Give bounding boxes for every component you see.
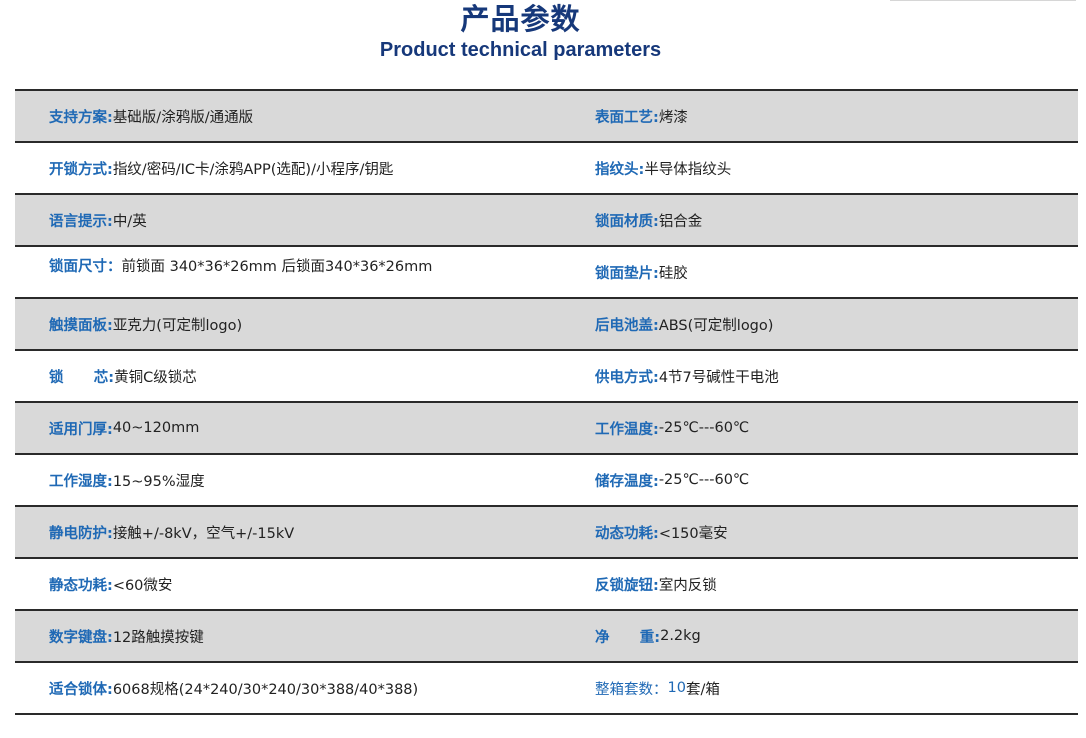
param-cell: 工作温度: -25℃---60℃	[595, 403, 749, 453]
param-value: 烤漆	[658, 109, 688, 126]
param-key: 储存温度:	[595, 473, 659, 490]
param-value: 亚克力(可定制logo)	[112, 317, 243, 334]
table-row: 支持方案: 基础版/涂鸦版/通通版 表面工艺: 烤漆	[15, 91, 1078, 143]
table-row: 语言提示: 中/英 锁面材质: 铝合金	[15, 195, 1078, 247]
param-value: 接触+/-8kV，空气+/-15kV	[112, 525, 295, 542]
table-row: 锁 芯: 黄铜C级锁芯 供电方式: 4节7号碱性干电池	[15, 351, 1078, 403]
param-cell: 指纹头: 半导体指纹头	[595, 143, 731, 193]
param-value: 12路触摸按键	[112, 629, 204, 646]
table-row: 锁面尺寸： 前锁面 340*36*26mm 后锁面340*36*26mm 锁面垫片…	[15, 247, 1078, 299]
param-key: 支持方案:	[49, 109, 113, 126]
param-key: 静电防护:	[49, 525, 113, 542]
param-value: 指纹/密码/IC卡/涂鸦APP(选配)/小程序/钥匙	[112, 161, 394, 178]
param-key: 反锁旋钮:	[595, 577, 659, 594]
param-key: 指纹头:	[595, 161, 645, 178]
param-key: 开锁方式:	[49, 161, 113, 178]
param-key: 动态功耗:	[595, 525, 659, 542]
param-value: <60微安	[112, 577, 173, 594]
param-key: 锁面材质:	[595, 213, 659, 230]
param-value: -25℃---60℃	[658, 420, 750, 436]
table-row: 开锁方式: 指纹/密码/IC卡/涂鸦APP(选配)/小程序/钥匙 指纹头: 半导体指…	[15, 143, 1078, 195]
param-value: 2.2kg	[660, 628, 701, 644]
param-value: 15~95%湿度	[112, 473, 205, 490]
param-cell: 整箱套数： 10 套/箱	[595, 663, 720, 713]
param-cell: 锁面尺寸： 前锁面 340*36*26mm 后锁面340*36*26mm	[49, 247, 432, 297]
param-value: 室内反锁	[658, 577, 717, 594]
param-number: 10	[667, 680, 686, 696]
param-cell: 锁面材质: 铝合金	[595, 195, 702, 245]
param-cell: 适合锁体: 6068规格(24*240/30*240/30*388/40*388)	[49, 663, 418, 713]
param-key: 整箱套数：	[595, 681, 668, 698]
page-title: 产品参数	[460, 2, 581, 36]
param-cell: 工作湿度: 15~95%湿度	[49, 455, 205, 505]
param-cell: 动态功耗: <150毫安	[595, 507, 728, 557]
param-value: 中/英	[112, 213, 147, 230]
param-cell: 支持方案: 基础版/涂鸦版/通通版	[49, 91, 253, 141]
param-cell: 净 重: 2.2kg	[595, 611, 701, 661]
param-cell: 数字键盘: 12路触摸按键	[49, 611, 204, 661]
param-key: 适合锁体:	[49, 681, 113, 698]
param-key: 供电方式:	[595, 369, 659, 386]
param-cell: 锁面垫片: 硅胶	[595, 247, 688, 297]
param-value: <150毫安	[658, 525, 728, 542]
param-cell: 锁 芯: 黄铜C级锁芯	[49, 351, 197, 401]
param-value: 4节7号碱性干电池	[658, 369, 779, 386]
param-value: 硅胶	[658, 265, 688, 282]
table-row: 工作湿度: 15~95%湿度 储存温度: -25℃---60℃	[15, 455, 1078, 507]
param-cell: 反锁旋钮: 室内反锁	[595, 559, 717, 609]
param-key: 锁面尺寸：	[49, 259, 122, 275]
param-cell: 静电防护: 接触+/-8kV，空气+/-15kV	[49, 507, 294, 557]
param-value: 半导体指纹头	[644, 161, 732, 178]
page-subtitle: Product technical parameters	[379, 39, 662, 61]
param-cell: 语言提示: 中/英	[49, 195, 147, 245]
param-value: 铝合金	[658, 213, 703, 230]
param-key: 数字键盘:	[49, 629, 113, 646]
table-row: 触摸面板: 亚克力(可定制logo) 后电池盖: ABS(可定制logo)	[15, 299, 1078, 351]
param-cell: 静态功耗: <60微安	[49, 559, 172, 609]
parameters-table: 支持方案: 基础版/涂鸦版/通通版 表面工艺: 烤漆 开锁方式: 指纹/密码/IC卡/…	[15, 89, 1078, 715]
param-cell: 储存温度: -25℃---60℃	[595, 455, 749, 505]
param-key: 适用门厚:	[49, 421, 113, 438]
param-key: 表面工艺:	[595, 109, 659, 126]
param-value: 前锁面 340*36*26mm 后锁面340*36*26mm	[121, 259, 433, 275]
table-row: 数字键盘: 12路触摸按键 净 重: 2.2kg	[15, 611, 1078, 663]
param-key: 静态功耗:	[49, 577, 113, 594]
table-row: 适用门厚: 40~120mm 工作温度: -25℃---60℃	[15, 403, 1078, 455]
table-row: 静态功耗: <60微安 反锁旋钮: 室内反锁	[15, 559, 1078, 611]
param-cell: 开锁方式: 指纹/密码/IC卡/涂鸦APP(选配)/小程序/钥匙	[49, 143, 393, 193]
param-key: 工作温度:	[595, 421, 659, 438]
param-cell: 触摸面板: 亚克力(可定制logo)	[49, 299, 242, 349]
param-value: 6068规格(24*240/30*240/30*388/40*388)	[112, 681, 419, 698]
param-key: 锁面垫片:	[595, 265, 659, 282]
param-key: 语言提示:	[49, 213, 113, 230]
param-cell: 适用门厚: 40~120mm	[49, 403, 199, 453]
param-key: 工作湿度:	[49, 473, 113, 490]
param-value: 黄铜C级锁芯	[114, 369, 197, 386]
param-key: 净 重:	[595, 629, 661, 646]
param-value: ABS(可定制logo)	[658, 317, 774, 334]
param-cell: 后电池盖: ABS(可定制logo)	[595, 299, 773, 349]
param-key: 锁 芯:	[49, 369, 115, 386]
param-value: -25℃---60℃	[658, 472, 750, 488]
table-row: 适合锁体: 6068规格(24*240/30*240/30*388/40*388)…	[15, 663, 1078, 715]
table-row: 静电防护: 接触+/-8kV，空气+/-15kV 动态功耗: <150毫安	[15, 507, 1078, 559]
param-key: 触摸面板:	[49, 317, 113, 334]
param-value: 套/箱	[685, 681, 720, 698]
param-value: 基础版/涂鸦版/通通版	[112, 109, 254, 126]
param-cell: 表面工艺: 烤漆	[595, 91, 688, 141]
param-cell: 供电方式: 4节7号碱性干电池	[595, 351, 779, 401]
param-key: 后电池盖:	[595, 317, 659, 334]
param-value: 40~120mm	[112, 420, 200, 436]
